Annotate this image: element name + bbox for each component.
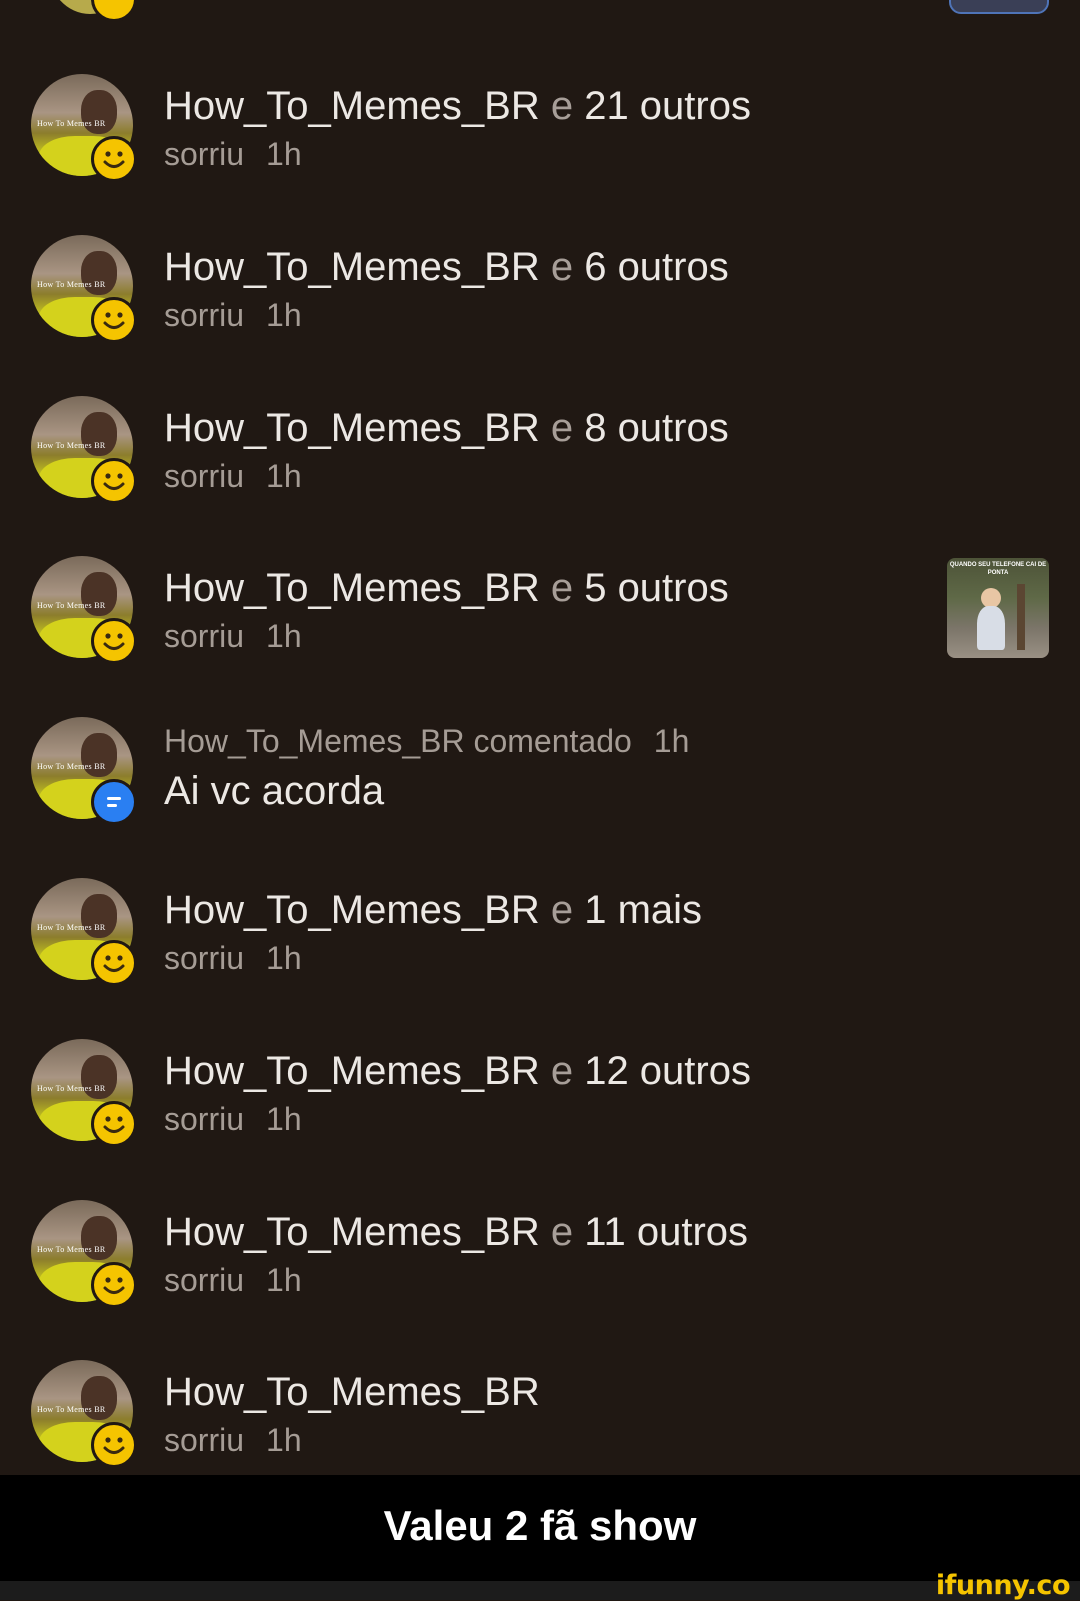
meme-thumbnail[interactable]: QUANDO SEU TELEFONE CAI DE PONTA: [947, 558, 1049, 658]
timestamp: 1h: [653, 723, 690, 759]
smile-icon: [91, 136, 137, 182]
caption-bar: Valeu 2 fã show: [0, 1475, 1080, 1581]
timestamp: 1h: [266, 136, 302, 172]
username[interactable]: How_To_Memes_BR: [164, 84, 540, 128]
notification-subtitle: sorriu 1h: [164, 1262, 302, 1298]
username[interactable]: How_To_Memes_BR: [164, 1210, 540, 1254]
smile-icon: [91, 618, 137, 664]
notification-item[interactable]: How To Memes BR How_To_Memes_BR e 21 out…: [0, 74, 1080, 184]
notification-item-comment[interactable]: How To Memes BR How_To_Memes_BR comentad…: [0, 717, 1080, 827]
smile-icon: [91, 940, 137, 986]
timestamp: 1h: [266, 1262, 302, 1298]
notification-title: How_To_Memes_BR e 11 outros: [164, 1210, 749, 1254]
username[interactable]: How_To_Memes_BR: [164, 1370, 540, 1414]
notification-title: How_To_Memes_BR e 12 outros: [164, 1049, 751, 1093]
timestamp: 1h: [266, 1101, 302, 1137]
thumbnail-caption: QUANDO SEU TELEFONE CAI DE PONTA: [949, 562, 1047, 576]
footer-strip: [0, 1581, 1080, 1600]
notification-subtitle: sorriu 1h: [164, 458, 302, 494]
notification-item[interactable]: How To Memes BR How_To_Memes_BR e 5 outr…: [0, 556, 1080, 666]
smile-icon: [91, 297, 137, 343]
smile-icon: [91, 1422, 137, 1468]
smile-icon: [91, 458, 137, 504]
username[interactable]: How_To_Memes_BR: [164, 888, 540, 932]
notification-title: How_To_Memes_BR e 21 outros: [164, 84, 751, 128]
partial-button[interactable]: [949, 0, 1049, 14]
notification-item[interactable]: How To Memes BR How_To_Memes_BR e 6 outr…: [0, 235, 1080, 345]
notification-title: How_To_Memes_BR e 8 outros: [164, 406, 729, 450]
timestamp: 1h: [266, 940, 302, 976]
notification-item[interactable]: How To Memes BR How_To_Memes_BR e 12 out…: [0, 1039, 1080, 1149]
comment-icon: [91, 779, 137, 825]
notification-subtitle: sorriu 1h: [164, 618, 302, 654]
notification-title: How_To_Memes_BR: [164, 1370, 540, 1415]
notification-subtitle: sorriu 1h: [164, 297, 302, 333]
username[interactable]: How_To_Memes_BR: [164, 1049, 540, 1093]
notification-item[interactable]: How To Memes BR How_To_Memes_BR sorriu 1h: [0, 1360, 1080, 1470]
timestamp: 1h: [266, 1422, 302, 1458]
brand-watermark: ifunny.co: [935, 1570, 1071, 1601]
notification-feed: How To Memes BR How_To_Memes_BR e 21 out…: [0, 0, 1080, 1475]
notification-subtitle: sorriu 1h: [164, 940, 302, 976]
timestamp: 1h: [266, 618, 302, 654]
timestamp: 1h: [266, 297, 302, 333]
username[interactable]: How_To_Memes_BR: [164, 566, 540, 610]
smile-icon: [91, 1101, 137, 1147]
username[interactable]: How_To_Memes_BR: [164, 245, 540, 289]
notification-item[interactable]: How To Memes BR How_To_Memes_BR e 8 outr…: [0, 396, 1080, 506]
notification-title: How_To_Memes_BR e 6 outros: [164, 245, 729, 289]
comment-text: Ai vc acorda: [164, 769, 385, 813]
notification-subtitle: sorriu 1h: [164, 136, 302, 172]
username[interactable]: How_To_Memes_BR: [164, 723, 465, 759]
notification-item[interactable]: How To Memes BR How_To_Memes_BR e 11 out…: [0, 1200, 1080, 1310]
username[interactable]: How_To_Memes_BR: [164, 406, 540, 450]
notification-title: How_To_Memes_BR comentado 1h: [164, 723, 690, 759]
notification-subtitle: sorriu 1h: [164, 1422, 302, 1458]
notification-title: How_To_Memes_BR e 5 outros: [164, 566, 729, 610]
notification-subtitle: sorriu 1h: [164, 1101, 302, 1137]
timestamp: 1h: [266, 458, 302, 494]
smile-icon: [91, 1262, 137, 1308]
notification-title: How_To_Memes_BR e 1 mais: [164, 888, 703, 932]
meme-caption: Valeu 2 fã show: [383, 1502, 697, 1549]
partial-smile-badge: [91, 0, 137, 22]
notification-item[interactable]: How To Memes BR How_To_Memes_BR e 1 mais…: [0, 878, 1080, 988]
